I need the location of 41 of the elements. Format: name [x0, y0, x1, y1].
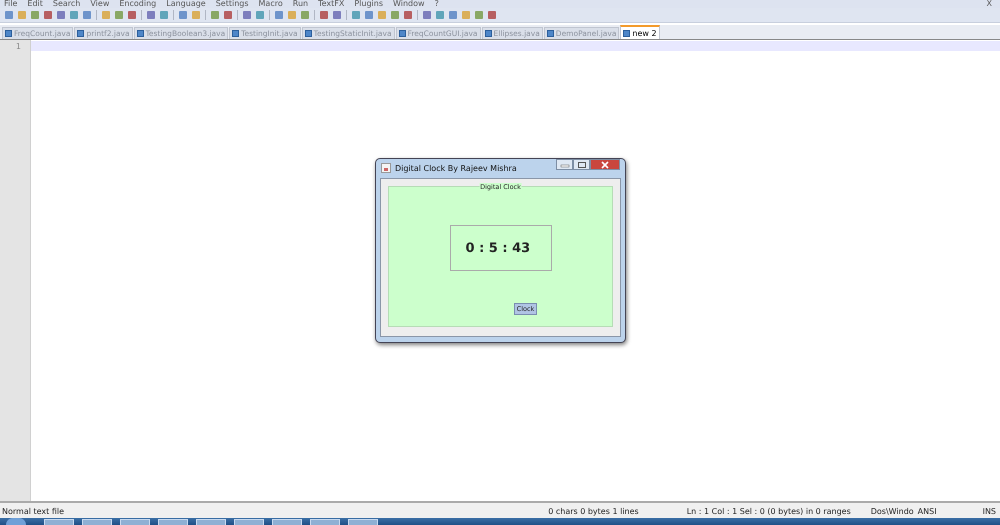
taskbar-button[interactable]: [234, 519, 264, 525]
maximize-button[interactable]: [573, 159, 590, 170]
tab-label: new 2: [632, 28, 657, 38]
menu-item[interactable]: Window: [393, 0, 425, 8]
start-button[interactable]: [6, 518, 26, 525]
minimize-button[interactable]: [556, 159, 573, 170]
taskbar-button[interactable]: [158, 519, 188, 525]
menu-item[interactable]: Encoding: [119, 0, 156, 8]
file-tab[interactable]: new 2: [620, 25, 660, 39]
encoding-label: ANSI: [918, 507, 937, 516]
menu-item[interactable]: File: [4, 0, 18, 8]
line-ending: Dos\Windo: [870, 507, 914, 516]
taskbar-button[interactable]: [120, 519, 150, 525]
line-number: 1: [14, 42, 22, 52]
minimize-icon: [560, 162, 570, 168]
menu-item[interactable]: TextFX: [318, 0, 344, 8]
taskbar-button[interactable]: [196, 519, 226, 525]
menu-item[interactable]: Plugins: [354, 0, 384, 8]
cursor-position: Ln : 1 Col : 1 Sel : 0 (0 bytes) in 0 ranges: [686, 507, 851, 516]
menu-item[interactable]: ?: [434, 0, 439, 8]
file-type-label: Normal text file: [2, 507, 66, 516]
menu-item[interactable]: Edit: [27, 0, 43, 8]
time-text: 0 : 5 : 43: [466, 240, 530, 256]
menu-item[interactable]: Macro: [258, 0, 283, 8]
taskbar-button[interactable]: [310, 519, 340, 525]
close-button[interactable]: [590, 159, 620, 170]
close-button[interactable]: X: [986, 0, 992, 8]
menu-item[interactable]: Settings: [216, 0, 249, 8]
maximize-icon: [576, 160, 586, 168]
taskbar-button[interactable]: [82, 519, 112, 525]
taskbar-button[interactable]: [348, 519, 378, 525]
close-icon: [600, 160, 610, 168]
document-size: 0 chars 0 bytes 1 lines: [548, 507, 639, 516]
taskbar-button[interactable]: [44, 519, 74, 525]
insert-mode: INS: [982, 507, 996, 516]
window-title: Digital Clock By Rajeev Mishra: [395, 164, 518, 172]
menu-item[interactable]: Run: [292, 0, 308, 8]
taskbar-button[interactable]: [272, 519, 302, 525]
menu-item[interactable]: Language: [166, 0, 206, 8]
menu-item[interactable]: Search: [52, 0, 80, 8]
menu-item[interactable]: View: [90, 0, 110, 8]
